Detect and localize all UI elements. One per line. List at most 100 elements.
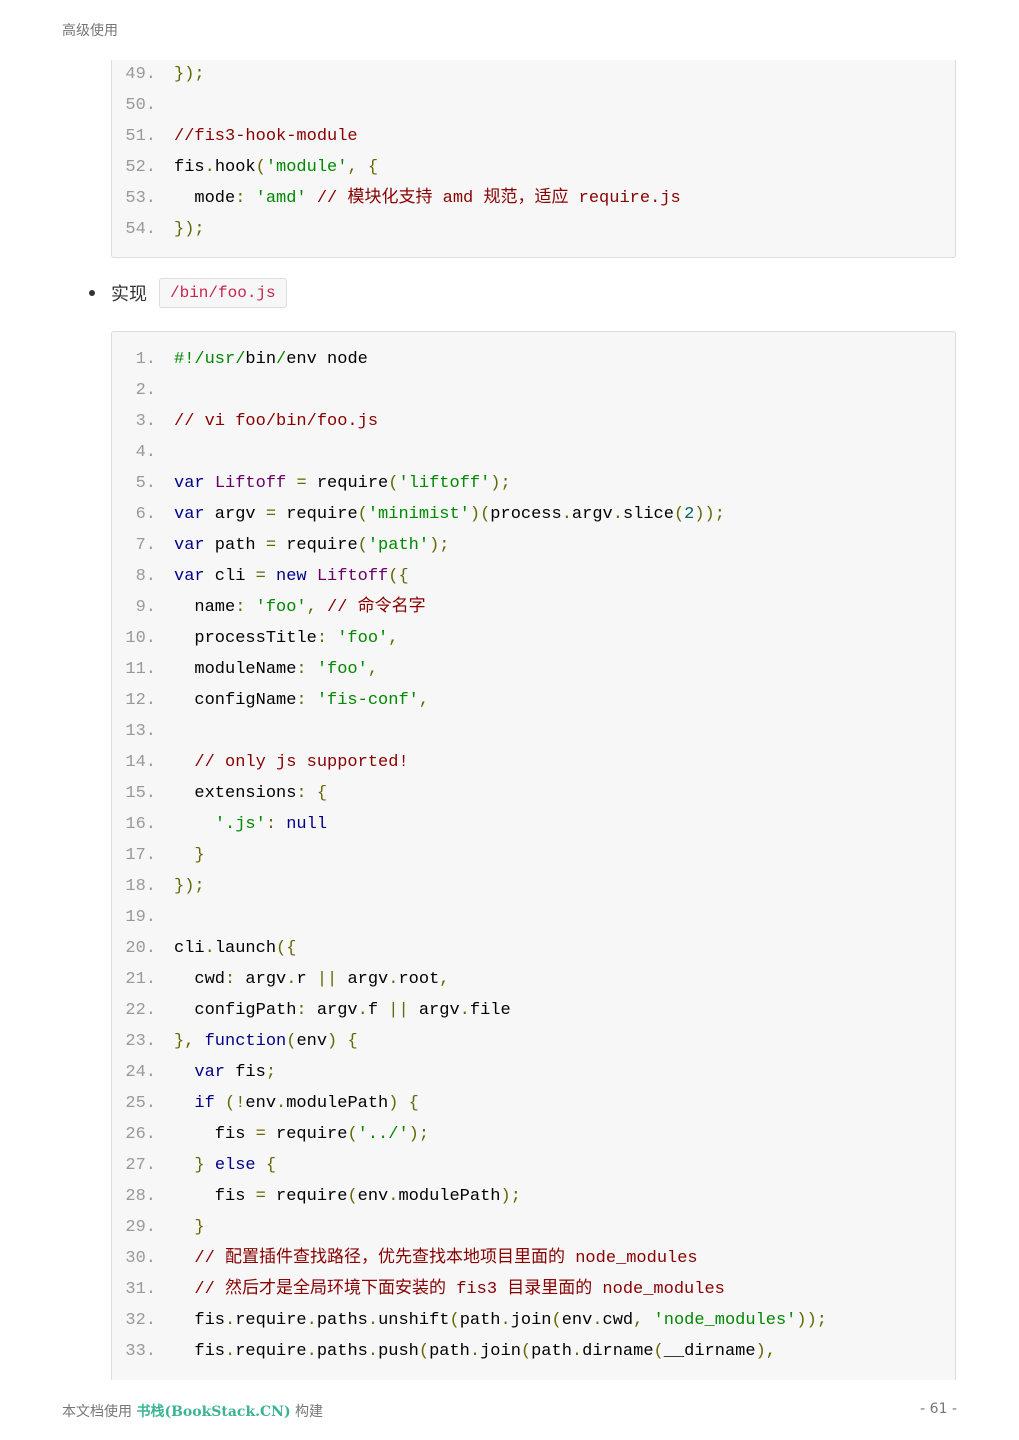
code-token: function	[204, 1032, 287, 1051]
code-text: }	[174, 1212, 205, 1243]
code-token: {	[265, 1156, 277, 1175]
code-token: null	[286, 815, 328, 834]
line-number: 7.	[135, 536, 156, 555]
line-number: 28.	[125, 1187, 156, 1206]
code-token: =	[296, 474, 307, 493]
line-number: 10.	[125, 629, 156, 648]
code-token: if	[194, 1094, 215, 1113]
code-token: :	[316, 629, 338, 648]
code-token: processTitle	[174, 629, 317, 648]
code-text: #!/usr/bin/env node	[174, 344, 368, 375]
code-token: }	[194, 1218, 205, 1237]
line-number: 29.	[125, 1218, 156, 1237]
line-number: 9.	[135, 598, 156, 617]
line-number: 6.	[135, 505, 156, 524]
footer-brand-link[interactable]: 书栈(BookStack.CN)	[136, 1404, 290, 1420]
line-number: 25.	[125, 1094, 156, 1113]
code-token: moduleName	[174, 660, 297, 679]
code-text: } else {	[174, 1150, 276, 1181]
code-token: },	[174, 1032, 205, 1051]
code-token: (	[653, 1342, 664, 1361]
code-token: ;	[265, 1063, 277, 1082]
code-token: , {	[347, 158, 379, 177]
code-token: }	[194, 846, 205, 865]
code-token: });	[174, 877, 205, 896]
code-token: ));	[796, 1311, 827, 1330]
line-number: 51.	[125, 127, 156, 146]
code-token: // 命令名字	[327, 598, 426, 617]
code-token: paths	[316, 1342, 368, 1361]
code-token: paths	[316, 1311, 368, 1330]
code-token: (	[520, 1342, 532, 1361]
code-token: require	[235, 1342, 307, 1361]
code-token: env	[296, 1032, 328, 1051]
code-text: var cli = new Liftoff({	[174, 561, 409, 592]
code-token: bin	[245, 350, 277, 369]
code-token: new	[276, 567, 307, 586]
page-header-title: 高级使用	[62, 23, 118, 39]
code-text: fis.require.paths.unshift(path.join(env.…	[174, 1305, 827, 1336]
code-token: modulePath	[286, 1094, 389, 1113]
code-token: cli	[204, 567, 256, 586]
code-text: });	[174, 59, 205, 90]
code-token: .	[286, 970, 297, 989]
code-text: fis = require('../');	[174, 1119, 429, 1150]
code-text: // 然后才是全局环境下面安装的 fis3 目录里面的 node_modules	[174, 1274, 724, 1305]
code-token: .	[225, 1342, 236, 1361]
code-token: name	[174, 598, 236, 617]
code-token: ) {	[388, 1094, 419, 1113]
code-token: .	[204, 158, 215, 177]
line-number: 26.	[125, 1125, 156, 1144]
code-token: 'minimist'	[367, 505, 470, 524]
code-token: require	[265, 1187, 348, 1206]
code-token: .	[357, 1001, 368, 1020]
code-token: .	[388, 1187, 399, 1206]
line-number: 27.	[125, 1156, 156, 1175]
code-token: hook	[214, 158, 256, 177]
code-token: .	[306, 1342, 317, 1361]
code-token: join	[510, 1311, 552, 1330]
code-token: '.js'	[214, 815, 266, 834]
code-token: mode	[174, 189, 236, 208]
code-token: 2	[684, 505, 695, 524]
code-text: cli.launch({	[174, 933, 296, 964]
code-token: modulePath	[398, 1187, 501, 1206]
code-token: )(	[469, 505, 491, 524]
line-number: 49.	[125, 65, 156, 84]
code-token: :	[235, 189, 256, 208]
code-token: env	[245, 1094, 277, 1113]
code-token: 'amd'	[255, 189, 307, 208]
code-token: ),	[755, 1342, 776, 1361]
code-token: require	[306, 474, 389, 493]
code-token: :	[265, 815, 287, 834]
line-number: 54.	[125, 220, 156, 239]
code-token: .	[592, 1311, 603, 1330]
line-number: 1.	[135, 350, 156, 369]
code-text: // only js supported!	[174, 747, 408, 778]
code-text: fis.hook('module', {	[174, 152, 378, 183]
code-token: fis	[174, 158, 205, 177]
code-text: configPath: argv.f || argv.file	[174, 995, 510, 1026]
code-token: (	[551, 1311, 562, 1330]
code-token: :	[296, 691, 317, 710]
code-token: var	[174, 536, 205, 555]
code-token: (	[357, 536, 368, 555]
line-number: 22.	[125, 1001, 156, 1020]
line-number: 33.	[125, 1342, 156, 1361]
code-token: require	[235, 1311, 307, 1330]
code-text: }, function(env) {	[174, 1026, 358, 1057]
code-token: );	[490, 474, 511, 493]
code-token: .	[469, 1342, 481, 1361]
code-text: fis.require.paths.push(path.join(path.di…	[174, 1336, 776, 1367]
code-token: slice	[622, 505, 674, 524]
code-token: env node	[286, 350, 368, 369]
code-token: else	[214, 1156, 256, 1175]
code-token: argv	[316, 1001, 358, 1020]
code-token: Liftoff	[316, 567, 389, 586]
code-token: /	[276, 350, 287, 369]
